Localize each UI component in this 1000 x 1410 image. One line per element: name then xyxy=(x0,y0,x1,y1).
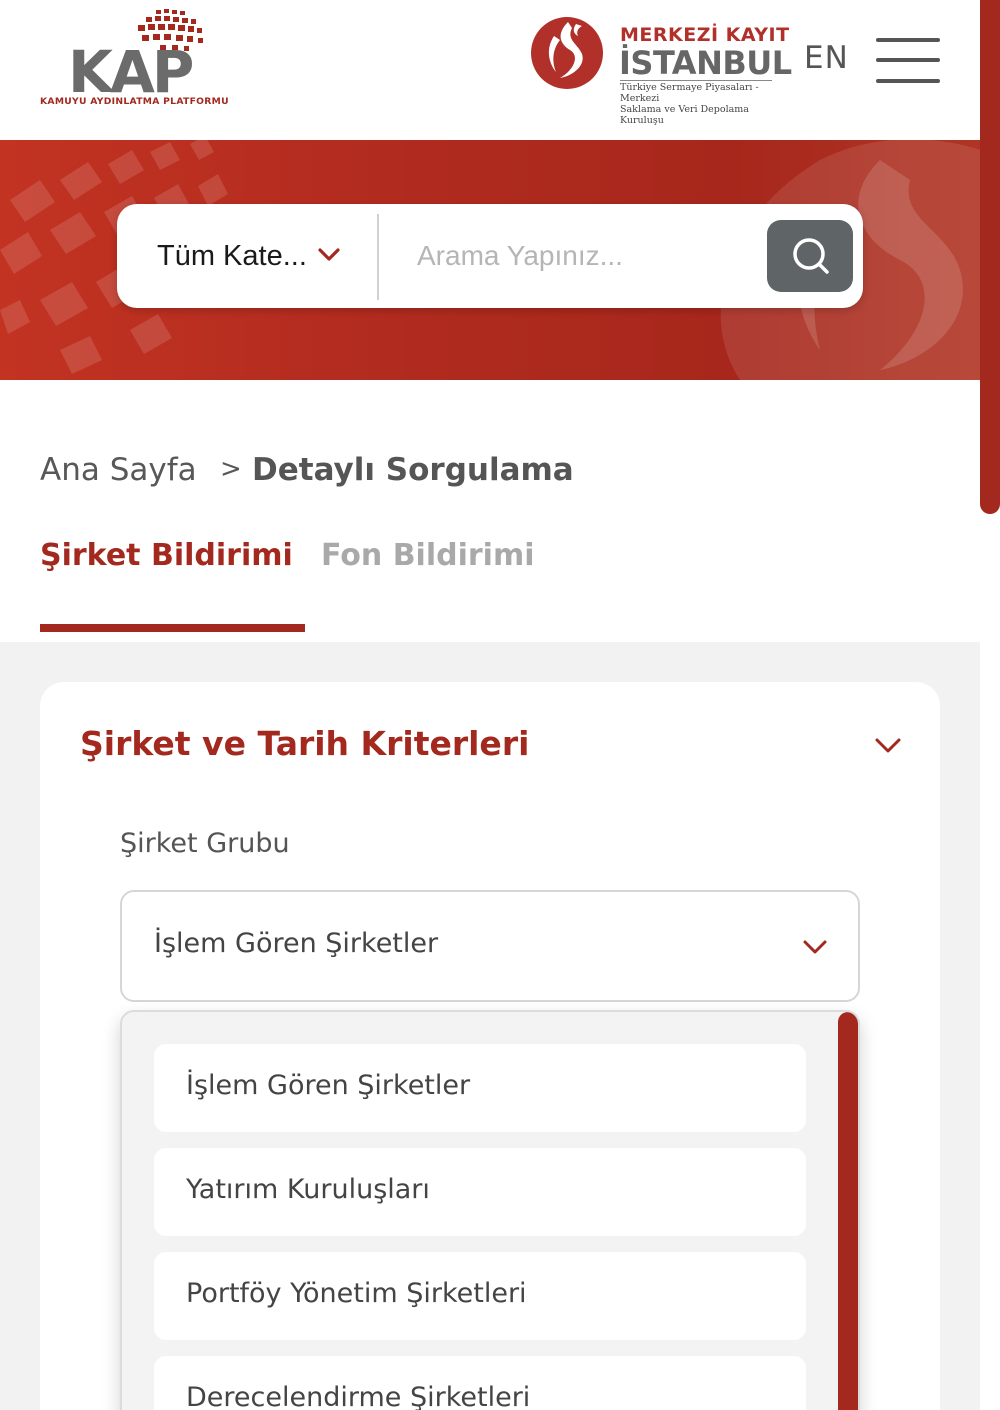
dropdown-option-label: Yatırım Kuruluşları xyxy=(186,1174,430,1205)
search-button[interactable] xyxy=(767,220,853,292)
category-dropdown[interactable]: Tüm Kate... xyxy=(157,204,377,308)
page-scrollbar-thumb[interactable] xyxy=(980,0,1000,514)
search-bar: Tüm Kate... xyxy=(117,204,863,308)
dropdown-option[interactable]: Yatırım Kuruluşları xyxy=(154,1148,806,1236)
menu-bar-middle xyxy=(876,58,940,62)
mkk-logo-divider xyxy=(620,80,772,81)
chevron-down-icon xyxy=(803,940,827,954)
tab-company-notification[interactable]: Şirket Bildirimi xyxy=(40,538,293,573)
dropdown-option[interactable]: Derecelendirme Şirketleri xyxy=(154,1356,806,1410)
mkk-logo-name-line2: İSTANBUL xyxy=(619,44,792,82)
tab-fund-notification[interactable]: Fon Bildirimi xyxy=(321,538,535,573)
search-icon xyxy=(793,238,829,274)
category-dropdown-label: Tüm Kate... xyxy=(157,239,307,272)
search-divider xyxy=(377,214,379,300)
dropdown-option-label: Portföy Yönetim Şirketleri xyxy=(186,1278,527,1309)
kap-logo-subtitle: KAMUYU AYDINLATMA PLATFORMU xyxy=(40,96,229,107)
language-switch[interactable]: EN xyxy=(804,40,849,76)
criteria-card: Şirket ve Tarih Kriterleri Şirket Grubu … xyxy=(40,682,940,1410)
kap-logo[interactable]: KAP KAMUYU AYDINLATMA PLATFORMU xyxy=(38,8,229,112)
dropdown-option[interactable]: İşlem Gören Şirketler xyxy=(154,1044,806,1132)
menu-bar-bottom xyxy=(876,79,940,83)
breadcrumb-separator-icon: > xyxy=(220,454,242,484)
dropdown-option[interactable]: Portföy Yönetim Şirketleri xyxy=(154,1252,806,1340)
header: KAP KAMUYU AYDINLATMA PLATFORMU MERKEZİ … xyxy=(0,0,980,140)
company-group-dropdown-list: İşlem Gören Şirketler Yatırım Kuruluşlar… xyxy=(120,1010,860,1410)
company-group-select[interactable]: İşlem Gören Şirketler xyxy=(120,890,860,1002)
hamburger-menu-icon[interactable] xyxy=(876,38,940,84)
chevron-down-icon[interactable] xyxy=(874,736,902,756)
mkk-logo-description: Türkiye Sermaye Piyasaları - Merkezi Sak… xyxy=(620,82,780,126)
dropdown-scrollbar-thumb[interactable] xyxy=(838,1012,858,1410)
active-tab-indicator xyxy=(40,624,305,632)
criteria-card-title[interactable]: Şirket ve Tarih Kriterleri xyxy=(80,724,529,763)
mkk-logo[interactable]: MERKEZİ KAYIT İSTANBUL Türkiye Sermaye P… xyxy=(530,14,792,126)
chevron-down-icon[interactable] xyxy=(317,246,341,264)
mkk-logo-name-line1: MERKEZİ KAYIT xyxy=(620,24,790,46)
company-group-selected-value: İşlem Gören Şirketler xyxy=(154,928,439,959)
mkk-desc-line2: Saklama ve Veri Depolama Kuruluşu xyxy=(620,104,749,126)
search-input[interactable] xyxy=(417,226,757,286)
menu-bar-top xyxy=(876,38,940,42)
dropdown-option-label: Derecelendirme Şirketleri xyxy=(186,1382,531,1410)
dropdown-option-label: İşlem Gören Şirketler xyxy=(186,1070,471,1101)
notification-tabs: Şirket Bildirimi Fon Bildirimi xyxy=(40,530,980,632)
mkk-emblem-icon xyxy=(531,17,603,89)
mkk-desc-line1: Türkiye Sermaye Piyasaları - Merkezi xyxy=(620,82,759,104)
company-group-label: Şirket Grubu xyxy=(120,828,290,859)
breadcrumb-home-link[interactable]: Ana Sayfa xyxy=(40,452,197,488)
breadcrumb-current: Detaylı Sorgulama xyxy=(252,452,574,488)
